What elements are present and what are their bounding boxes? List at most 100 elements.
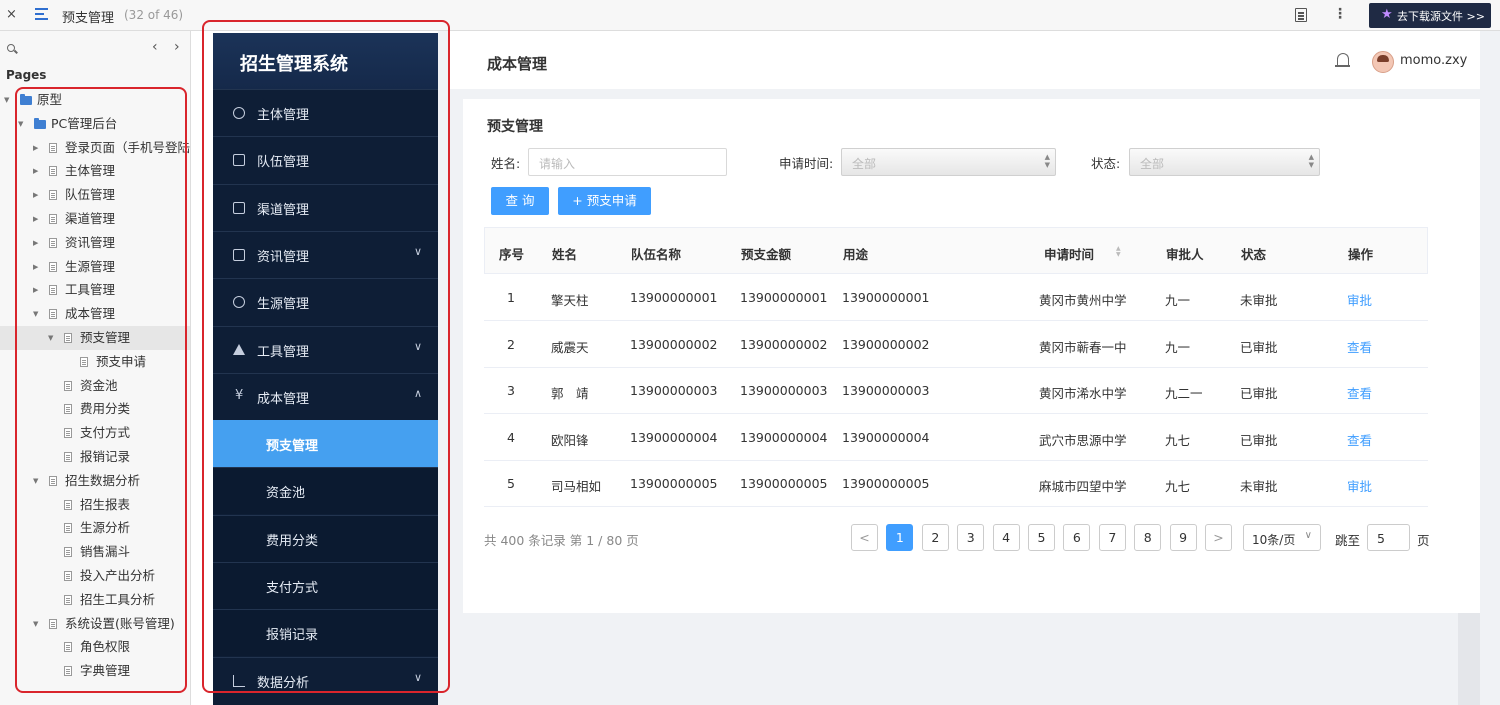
page-number-button[interactable]: 7 [1098, 524, 1126, 551]
sidebar-item[interactable]: 数据分析 ∨ [213, 656, 438, 704]
collapsed-arrow-icon[interactable]: ▶ [33, 231, 38, 255]
page-number-button[interactable]: 8 [1134, 524, 1162, 551]
apply-date-select[interactable]: 全部 ▲ ▼ [841, 148, 1056, 176]
scrollbar-track[interactable] [1458, 613, 1480, 705]
sidebar-item[interactable]: 资讯管理 ∨ [213, 230, 438, 278]
tree-item[interactable]: 投入产出分析 [0, 564, 190, 588]
sidebar-item[interactable]: 资金池 [213, 467, 438, 515]
page-icon [49, 237, 57, 248]
page-icon [49, 190, 57, 201]
sidebar-item[interactable]: ¥ 成本管理 ∧ [213, 372, 438, 420]
page-number-button[interactable]: 5 [1028, 524, 1055, 551]
collapsed-arrow-icon[interactable]: ▶ [33, 207, 38, 231]
tree-item[interactable]: ▶ 主体管理 [0, 159, 190, 183]
sidebar-item[interactable]: 队伍管理 [213, 136, 438, 183]
tree-item[interactable]: ▶ 队伍管理 [0, 183, 190, 207]
tree-item[interactable]: 招生报表 [0, 493, 190, 517]
tree-item[interactable]: ▼ PC管理后台 [0, 112, 190, 136]
query-button[interactable]: 查 询 [491, 187, 549, 215]
sidebar-item-label: 队伍管理 [257, 155, 310, 171]
tree-item[interactable]: 角色权限 [0, 635, 190, 659]
sidebar-item[interactable]: 报销记录 [213, 609, 438, 657]
username[interactable]: momo.zxy [1400, 53, 1467, 68]
tree-item[interactable]: ▼ 招生数据分析 [0, 469, 190, 493]
bell-icon[interactable] [1335, 53, 1350, 67]
page-icon [64, 571, 72, 581]
tree-item[interactable]: ▶ 资讯管理 [0, 231, 190, 255]
sidebar-item[interactable]: 预支管理 [213, 420, 438, 468]
collapsed-arrow-icon[interactable]: ▶ [33, 136, 38, 160]
page-number-button[interactable]: 1 [886, 524, 914, 551]
tree-item[interactable]: ▶ 生源管理 [0, 255, 190, 279]
tree-item[interactable]: 费用分类 [0, 397, 190, 421]
tree-item[interactable]: ▶ 工具管理 [0, 278, 190, 302]
page-icon [64, 452, 72, 462]
expanded-arrow-icon[interactable]: ▼ [33, 612, 38, 636]
document-icon [233, 248, 245, 261]
status-select[interactable]: 全部 ▲ ▼ [1129, 148, 1320, 176]
hamburger-menu-icon[interactable] [35, 8, 48, 21]
tree-item-label: 招生数据分析 [65, 472, 141, 488]
sidebar-item[interactable]: 主体管理 [213, 89, 438, 136]
tree-item[interactable]: ▼ 系统设置(账号管理) [0, 612, 190, 636]
tree-item[interactable]: 支付方式 [0, 421, 190, 445]
tree-item[interactable]: 字典管理 [0, 659, 190, 683]
tree-item[interactable]: 预支申请 [0, 350, 190, 374]
sidebar-item[interactable]: 渠道管理 [213, 183, 438, 231]
tree-item[interactable]: 报销记录 [0, 445, 190, 469]
advance-apply-button[interactable]: + 预支申请 [558, 187, 651, 215]
sidebar-item[interactable]: 费用分类 [213, 514, 438, 562]
page-icon [80, 356, 88, 367]
gauge-icon [233, 107, 245, 119]
expanded-arrow-icon[interactable]: ▼ [18, 112, 23, 136]
expanded-arrow-icon[interactable]: ▼ [4, 88, 9, 112]
search-icon[interactable] [7, 44, 15, 52]
tree-item[interactable]: 生源分析 [0, 516, 190, 540]
table-row: 2 威震天 13900000002 13900000002 13900000002 黄冈市… [484, 321, 1428, 368]
expanded-arrow-icon[interactable]: ▼ [33, 302, 38, 326]
page-number-button[interactable]: 2 [921, 524, 949, 551]
row-action-link[interactable]: 查看 [1347, 337, 1372, 356]
document-icon[interactable] [1295, 8, 1307, 22]
expanded-arrow-icon[interactable]: ▼ [48, 326, 53, 350]
page-number-button[interactable]: 4 [992, 524, 1020, 551]
previous-page-button[interactable]: < [851, 524, 878, 551]
tree-item[interactable]: ▼ 预支管理 [0, 326, 190, 350]
more-options-icon[interactable]: ⋮ [1333, 6, 1347, 22]
previous-page-icon[interactable]: ‹ [152, 39, 158, 55]
expanded-arrow-icon[interactable]: ▼ [33, 469, 38, 493]
tree-item[interactable]: 资金池 [0, 374, 190, 398]
page-number-button[interactable]: 6 [1063, 524, 1091, 551]
jump-page-input[interactable]: 5 [1367, 524, 1410, 551]
tree-item[interactable]: ▼ 成本管理 [0, 302, 190, 326]
name-input[interactable]: 请输入 [528, 148, 727, 176]
tree-item[interactable]: 销售漏斗 [0, 540, 190, 564]
row-action-link[interactable]: 查看 [1347, 430, 1372, 449]
tree-item[interactable]: ▶ 登录页面（手机号登陆 [0, 136, 190, 160]
tree-item[interactable]: ▶ 渠道管理 [0, 207, 190, 231]
page-size-select[interactable]: 10条/页 ∨ [1243, 524, 1321, 551]
next-page-icon[interactable]: › [174, 39, 180, 55]
page-icon [64, 666, 72, 677]
sidebar-item[interactable]: 支付方式 [213, 562, 438, 609]
row-action-link[interactable]: 审批 [1347, 290, 1372, 309]
next-page-button[interactable]: > [1205, 524, 1232, 551]
table-cell: 13900000003 [630, 383, 718, 399]
row-action-link[interactable]: 查看 [1347, 383, 1372, 402]
sidebar-item[interactable]: 工具管理 ∨ [213, 325, 438, 373]
collapsed-arrow-icon[interactable]: ▶ [33, 255, 38, 279]
sidebar-item[interactable]: 生源管理 [213, 278, 438, 325]
page-number-button[interactable]: 3 [957, 524, 985, 551]
download-source-button[interactable]: ★ 去下载源文件 >> [1369, 3, 1491, 28]
tree-item[interactable]: ▼ 原型 [0, 88, 190, 112]
column-header: 审批人 [1166, 247, 1204, 262]
page-number-button[interactable]: 9 [1169, 524, 1197, 551]
sort-icon[interactable]: ▲ ▼ [1116, 246, 1121, 258]
row-action-link[interactable]: 审批 [1347, 476, 1372, 495]
collapsed-arrow-icon[interactable]: ▶ [33, 278, 38, 302]
tree-item[interactable]: 招生工具分析 [0, 588, 190, 612]
close-icon[interactable]: × [6, 7, 17, 22]
collapsed-arrow-icon[interactable]: ▶ [33, 183, 38, 207]
collapsed-arrow-icon[interactable]: ▶ [33, 159, 38, 183]
avatar[interactable] [1372, 51, 1394, 73]
